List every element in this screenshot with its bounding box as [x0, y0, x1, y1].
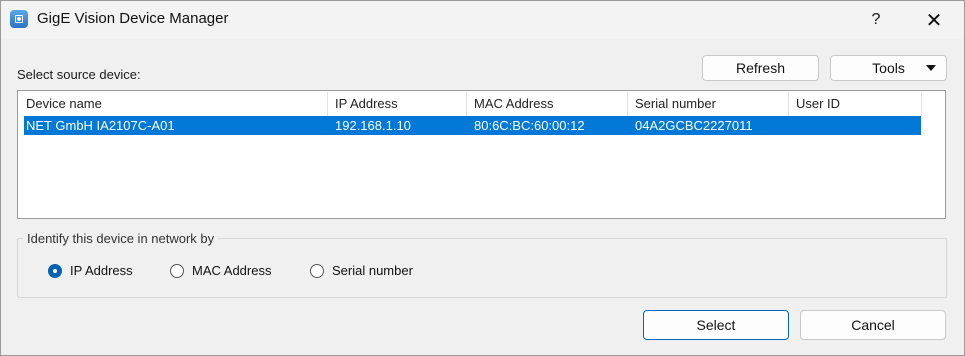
cancel-button[interactable]: Cancel [800, 310, 946, 340]
cell-mac-address: 80:6C:BC:60:00:12 [474, 118, 585, 133]
table-row[interactable]: NET GmbH IA2107C-A01 192.168.1.10 80:6C:… [24, 116, 921, 135]
radio-ip-address[interactable]: IP Address [48, 263, 133, 278]
help-button[interactable]: ? [853, 1, 899, 39]
column-header-device-name[interactable]: Device name [19, 92, 328, 116]
radio-label-mac-address: MAC Address [192, 263, 272, 278]
dialog-window: GigE Vision Device Manager ? ✕ Select so… [0, 0, 965, 356]
identify-groupbox [17, 238, 947, 298]
select-button-label: Select [696, 317, 736, 333]
column-header-serial-number[interactable]: Serial number [628, 92, 789, 116]
column-header-ip-address[interactable]: IP Address [328, 92, 467, 116]
refresh-button-label: Refresh [735, 60, 786, 76]
cell-device-name: NET GmbH IA2107C-A01 [26, 118, 175, 133]
tools-dropdown-button[interactable]: Tools [830, 55, 947, 81]
select-button[interactable]: Select [643, 310, 789, 340]
select-source-label: Select source device: [17, 67, 141, 82]
app-icon [10, 10, 28, 28]
cancel-button-label: Cancel [851, 317, 895, 333]
radio-unselected-icon [310, 263, 324, 278]
radio-label-ip-address: IP Address [70, 263, 133, 278]
list-header: Device name IP Address MAC Address Seria… [19, 92, 922, 116]
radio-unselected-icon [170, 263, 184, 278]
chevron-down-icon [926, 65, 936, 71]
cell-ip-address: 192.168.1.10 [335, 118, 411, 133]
close-button[interactable]: ✕ [911, 1, 957, 39]
window-title: GigE Vision Device Manager [37, 10, 229, 27]
cell-serial-number: 04A2GCBC2227011 [635, 118, 753, 133]
title-bar: GigE Vision Device Manager ? ✕ [1, 1, 964, 39]
radio-mac-address[interactable]: MAC Address [170, 263, 271, 278]
radio-selected-icon [48, 263, 62, 278]
column-header-user-id[interactable]: User ID [789, 92, 922, 116]
identify-group-label: Identify this device in network by [23, 231, 219, 246]
refresh-button[interactable]: Refresh [702, 55, 819, 81]
column-header-mac-address[interactable]: MAC Address [467, 92, 628, 116]
tools-button-label: Tools [872, 60, 905, 76]
radio-label-serial-number: Serial number [332, 263, 413, 278]
device-list[interactable]: Device name IP Address MAC Address Seria… [17, 90, 946, 219]
radio-serial-number[interactable]: Serial number [310, 263, 413, 278]
